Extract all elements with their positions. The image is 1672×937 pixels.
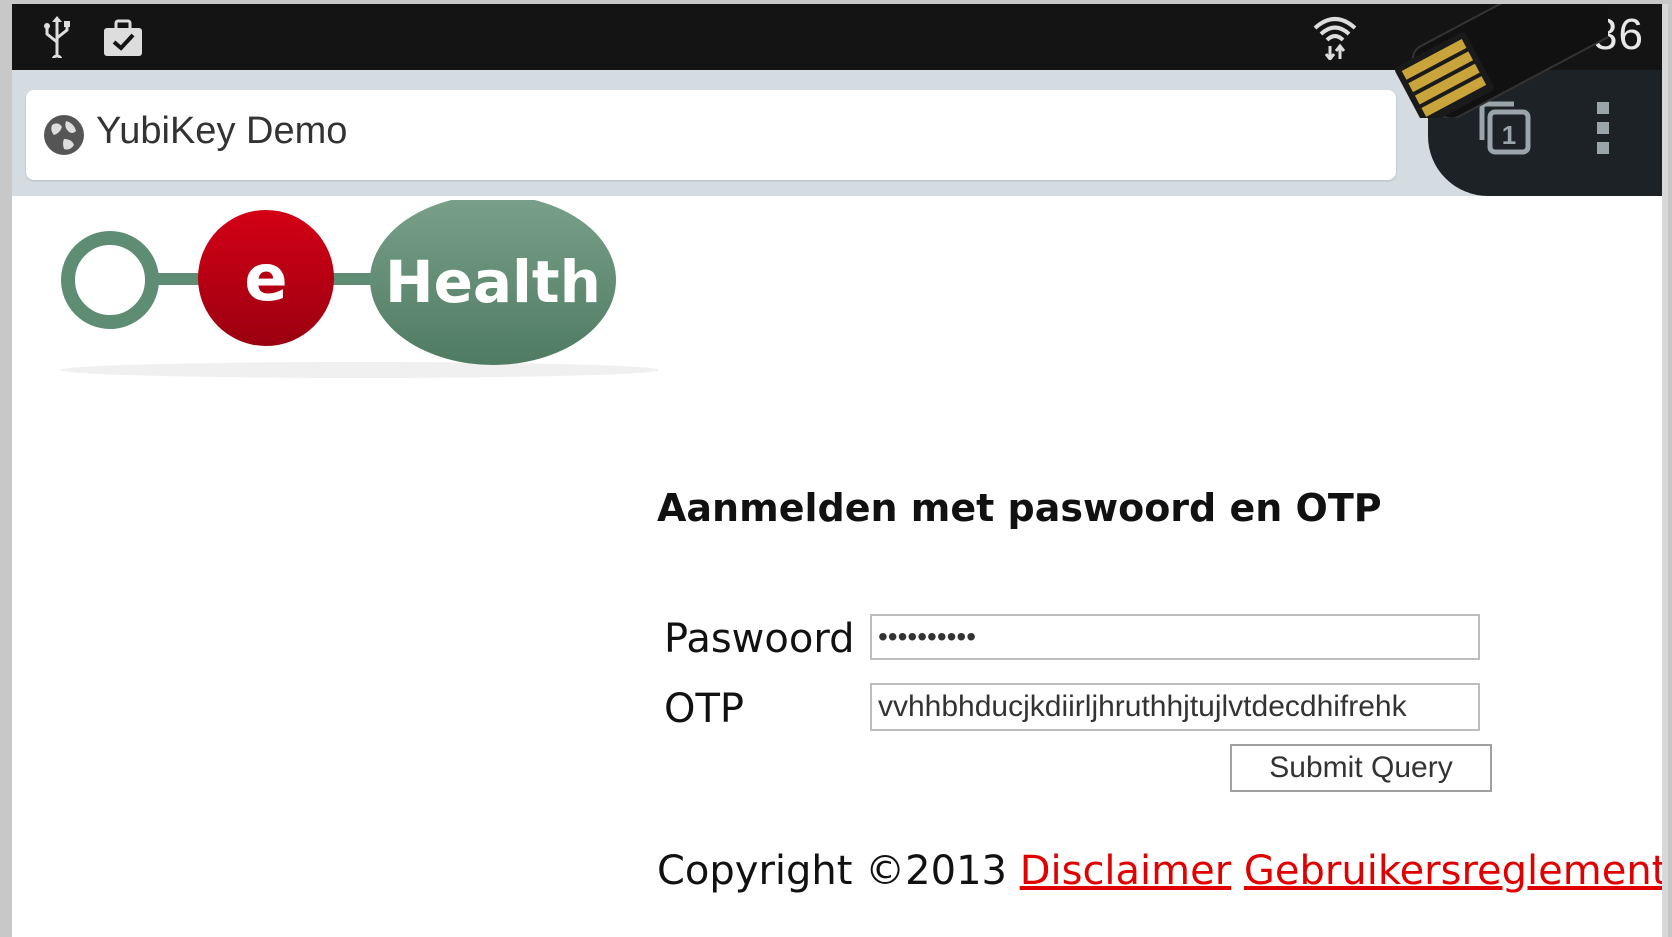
footer: Copyright ©2013 Disclaimer Gebruikersreg…	[657, 848, 1667, 894]
briefcase-check-icon	[104, 19, 142, 56]
omnibox[interactable]: YubiKey Demo	[26, 90, 1396, 180]
otp-field[interactable]	[870, 683, 1480, 731]
password-field[interactable]	[870, 614, 1480, 660]
otp-label: OTP	[664, 686, 745, 732]
copyright-text: Copyright ©2013	[657, 848, 1007, 894]
login-heading: Aanmelden met paswoord en OTP	[657, 486, 1382, 530]
submit-button[interactable]: Submit Query	[1230, 744, 1492, 792]
wifi-icon	[1313, 17, 1357, 60]
logo-health-text: Health	[385, 248, 601, 316]
tab-count: 1	[1502, 120, 1516, 150]
web-content: e Health Aanmelden met paswoord en OTP P…	[12, 196, 1668, 937]
screen-edge	[1662, 4, 1668, 937]
phone-screen: :36 YubiKey Demo 1 e Health Aanmelden me…	[12, 4, 1668, 937]
password-label: Paswoord	[664, 616, 855, 662]
page-title: YubiKey Demo	[96, 110, 348, 152]
logo-e-text: e	[244, 242, 287, 316]
terms-link[interactable]: Gebruikersreglement	[1244, 848, 1667, 894]
yubikey-icon	[1395, 4, 1608, 118]
disclaimer-link[interactable]: Disclaimer	[1020, 848, 1232, 894]
ehealth-logo: e Health	[60, 200, 658, 378]
globe-icon	[44, 115, 84, 155]
usb-icon	[44, 16, 70, 58]
